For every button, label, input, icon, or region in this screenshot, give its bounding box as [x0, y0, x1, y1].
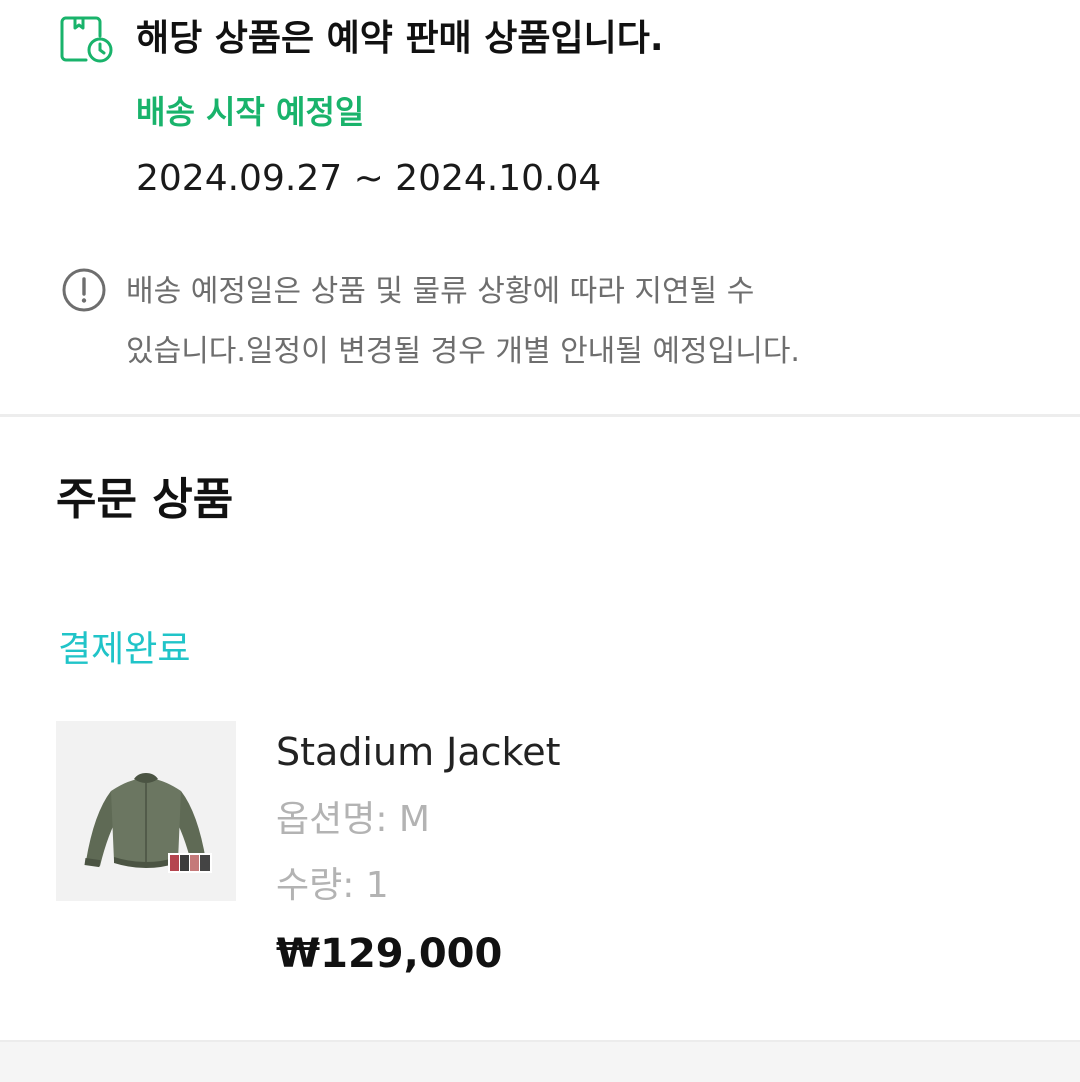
notice-line-2: 있습니다.일정이 변경될 경우 개별 안내될 예정입니다. — [126, 334, 800, 369]
preorder-title: 해당 상품은 예약 판매 상품입니다. — [136, 18, 664, 59]
shipping-delay-notice: 배송 예정일은 상품 및 물류 상황에 따라 지연될 수 있습니다.일정이 변경… — [126, 262, 1026, 382]
product-quantity: 수량: 1 — [276, 865, 389, 906]
calendar-clock-icon — [60, 16, 113, 63]
notice-line-1: 배송 예정일은 상품 및 물류 상황에 따라 지연될 수 — [126, 274, 755, 309]
info-circle-icon — [62, 268, 106, 312]
section-divider — [0, 414, 1080, 417]
product-price: ₩129,000 — [276, 931, 503, 977]
shipping-start-label: 배송 시작 예정일 — [136, 93, 365, 131]
preorder-notice: 해당 상품은 예약 판매 상품입니다. 배송 시작 예정일 2024.09.27… — [0, 0, 1080, 414]
shipping-dates: 2024.09.27 ~ 2024.10.04 — [136, 158, 602, 199]
order-status: 결제완료 — [58, 629, 191, 670]
order-items-title: 주문 상품 — [56, 474, 234, 525]
jacket-image — [84, 773, 212, 873]
product-name[interactable]: Stadium Jacket — [276, 726, 560, 778]
product-option: 옵션명: M — [276, 799, 430, 840]
bottom-section-divider — [0, 1040, 1080, 1082]
product-thumbnail[interactable] — [56, 721, 236, 901]
